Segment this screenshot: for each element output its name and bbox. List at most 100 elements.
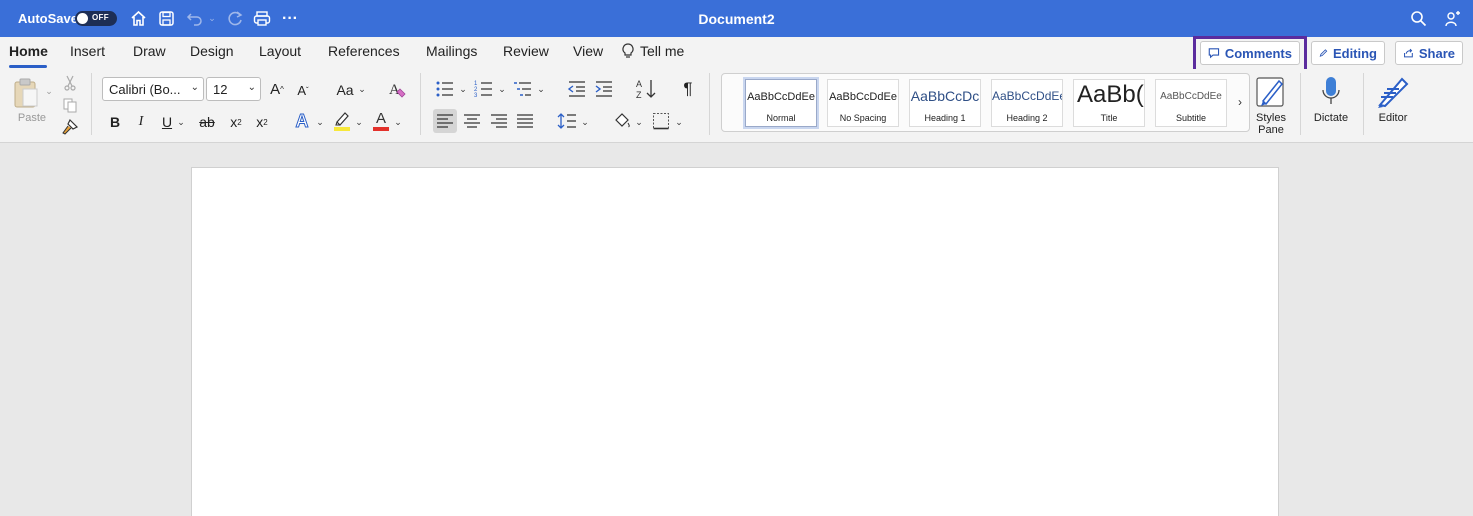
gallery-next-chevron-icon[interactable]: › [1234, 94, 1246, 110]
editing-button[interactable]: Editing [1311, 41, 1385, 65]
paste-label: Paste [17, 112, 47, 124]
borders-dropdown-icon[interactable]: ⌄ [674, 117, 684, 127]
pilcrow-icon: ¶ [683, 79, 693, 98]
superscript-label: x [256, 114, 264, 130]
shading-dropdown-icon[interactable]: ⌄ [634, 117, 644, 127]
style-sample: AaBbCcDc [910, 88, 980, 104]
line-spacing-dropdown-icon[interactable]: ⌄ [580, 117, 590, 127]
line-spacing-icon[interactable] [556, 110, 578, 132]
style-name: Heading 1 [924, 113, 966, 123]
style-subtitle[interactable]: AaBbCcDdEe Subtitle [1155, 79, 1227, 127]
numbering-dropdown-icon[interactable]: ⌄ [497, 84, 507, 94]
ribbon-separator [709, 73, 710, 135]
highlight-color-button[interactable] [331, 110, 353, 132]
sort-icon[interactable]: AZ [634, 77, 658, 101]
cut-icon[interactable] [62, 75, 78, 91]
format-painter-icon[interactable] [61, 118, 79, 136]
increase-indent-icon[interactable] [593, 78, 615, 100]
tab-layout[interactable]: Layout [259, 43, 301, 59]
strikethrough-button[interactable]: ab [196, 112, 218, 132]
borders-icon[interactable] [650, 110, 672, 132]
undo-icon[interactable] [184, 0, 204, 37]
superscript-button[interactable]: x2 [252, 112, 272, 132]
copy-icon[interactable] [62, 97, 78, 113]
bold-button[interactable]: B [106, 112, 124, 132]
multilevel-dropdown-icon[interactable]: ⌄ [536, 84, 546, 94]
clear-formatting-icon[interactable]: A [387, 78, 409, 100]
change-case-button[interactable]: Aa [334, 80, 356, 100]
font-color-dropdown-icon[interactable]: ⌄ [393, 117, 403, 127]
strikethrough-label: ab [199, 114, 215, 130]
style-heading-2[interactable]: AaBbCcDdEe Heading 2 [991, 79, 1063, 127]
underline-dropdown-icon[interactable]: ⌄ [176, 117, 186, 127]
tell-me-search[interactable]: Tell me [622, 43, 684, 59]
more-icon[interactable]: ··· [280, 0, 300, 37]
autosave-toggle[interactable]: OFF [75, 11, 117, 26]
style-name: Title [1100, 113, 1118, 123]
dictate-label: Dictate [1313, 112, 1349, 124]
style-no-spacing[interactable]: AaBbCcDdEe No Spacing [827, 79, 899, 127]
font-color-button[interactable]: A [370, 110, 392, 132]
font-size-combo[interactable]: 12 ⌄ [206, 77, 261, 101]
justify-icon[interactable] [514, 109, 536, 133]
change-case-dropdown-icon[interactable]: ⌄ [357, 84, 367, 94]
text-effects-button[interactable]: A [291, 110, 313, 132]
tab-home[interactable]: Home [9, 43, 48, 59]
multilevel-list-icon[interactable] [512, 78, 534, 100]
text-effects-dropdown-icon[interactable]: ⌄ [315, 117, 325, 127]
align-right-icon[interactable] [488, 109, 510, 133]
paste-dropdown-icon[interactable]: ⌄ [44, 86, 54, 96]
share-people-icon[interactable] [1442, 0, 1464, 37]
subscript-2: 2 [237, 117, 242, 127]
tab-mailings[interactable]: Mailings [426, 43, 477, 59]
highlight-dropdown-icon[interactable]: ⌄ [354, 117, 364, 127]
comments-highlight-box [1193, 36, 1307, 72]
align-left-button[interactable] [433, 109, 457, 133]
home-icon[interactable] [128, 0, 148, 37]
shrink-font-button[interactable]: Aˇ [293, 80, 313, 100]
editor-pen-icon[interactable] [1376, 74, 1410, 110]
print-icon[interactable] [252, 0, 272, 37]
highlighter-icon [334, 112, 350, 131]
styles-pane-icon[interactable] [1255, 75, 1287, 109]
editing-label: Editing [1332, 45, 1377, 61]
underline-button[interactable]: U [158, 112, 176, 132]
style-title[interactable]: AaBb( Title [1073, 79, 1145, 127]
numbering-icon[interactable]: 123 [473, 78, 495, 100]
style-sample: AaBbCcDdEe [829, 91, 897, 103]
redo-icon[interactable] [224, 0, 244, 37]
decrease-indent-icon[interactable] [566, 78, 588, 100]
text-effects-label: A [295, 110, 309, 131]
tab-design[interactable]: Design [190, 43, 234, 59]
document-page[interactable] [191, 167, 1279, 516]
style-heading-1[interactable]: AaBbCcDc Heading 1 [909, 79, 981, 127]
align-left-icon [437, 114, 453, 128]
grow-font-button[interactable]: A ^ [267, 79, 287, 99]
search-icon[interactable] [1408, 0, 1428, 37]
style-sample: AaBb( [1077, 81, 1144, 108]
subscript-button[interactable]: x2 [226, 112, 246, 132]
share-button[interactable]: Share [1395, 41, 1463, 65]
tab-insert[interactable]: Insert [70, 43, 105, 59]
font-size-value: 12 [213, 81, 228, 97]
bullets-dropdown-icon[interactable]: ⌄ [458, 84, 468, 94]
tab-draw[interactable]: Draw [133, 43, 166, 59]
font-name-combo[interactable]: Calibri (Bo... ⌄ [102, 77, 204, 101]
save-icon[interactable] [156, 0, 176, 37]
tab-view[interactable]: View [573, 43, 603, 59]
tab-review[interactable]: Review [503, 43, 549, 59]
style-name: Subtitle [1175, 113, 1207, 123]
underline-label: U [161, 114, 173, 130]
microphone-icon[interactable] [1320, 74, 1342, 110]
ribbon-separator [91, 73, 92, 135]
italic-button[interactable]: I [132, 112, 150, 132]
paste-button[interactable] [11, 77, 41, 109]
show-formatting-button[interactable]: ¶ [678, 78, 698, 100]
style-normal[interactable]: AaBbCcDdEe Normal [745, 79, 817, 127]
tab-references[interactable]: References [328, 43, 400, 59]
bullets-icon[interactable] [434, 78, 456, 100]
shading-icon[interactable] [611, 110, 633, 132]
tell-me-label: Tell me [640, 43, 685, 59]
align-center-icon[interactable] [461, 109, 483, 133]
undo-dropdown-icon[interactable]: ⌄ [206, 0, 218, 37]
